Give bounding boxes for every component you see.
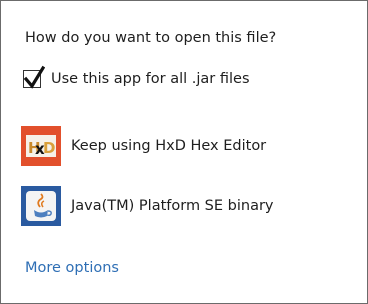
app-option-hxd-label: Keep using HxD Hex Editor (71, 138, 267, 154)
app-option-hxd[interactable]: H x D Keep using HxD Hex Editor (21, 124, 266, 168)
always-use-label: Use this app for all .jar files (51, 71, 250, 87)
always-use-checkbox[interactable] (23, 65, 45, 89)
always-use-checkbox-row[interactable]: Use this app for all .jar files (23, 65, 250, 91)
more-options-link[interactable]: More options (25, 260, 119, 276)
svg-text:D: D (43, 139, 55, 157)
app-option-java-label: Java(TM) Platform SE binary (71, 198, 274, 214)
java-icon (21, 186, 61, 226)
hxd-hex-editor-icon: H x D (21, 126, 61, 166)
checkmark-icon (23, 65, 45, 89)
open-with-dialog: How do you want to open this file? Use t… (0, 0, 368, 304)
app-option-java[interactable]: Java(TM) Platform SE binary (21, 184, 274, 228)
dialog-title: How do you want to open this file? (25, 30, 277, 46)
